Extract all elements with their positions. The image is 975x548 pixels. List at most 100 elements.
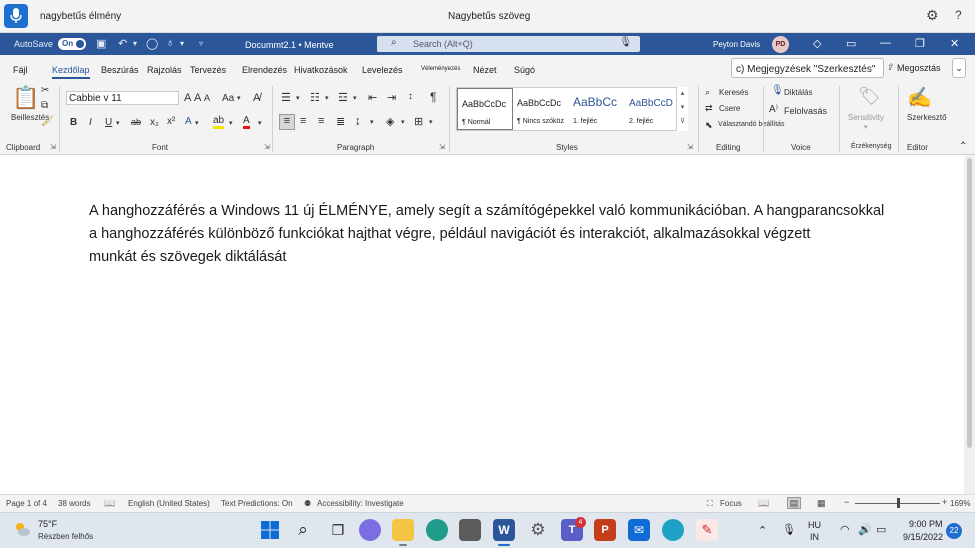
chevron-up-icon[interactable]: ▴ [677, 87, 688, 101]
underline-button[interactable]: U [105, 117, 112, 128]
tab-help[interactable]: Súgó [514, 65, 535, 75]
chat-icon[interactable] [359, 519, 381, 541]
line-spacing-dropdown-icon[interactable]: ▾ [370, 118, 374, 126]
editor-button[interactable]: Szerkesztő [907, 113, 947, 122]
store-icon[interactable] [459, 519, 481, 541]
focus-icon[interactable]: ⛶ [707, 499, 713, 509]
people-app-icon[interactable] [662, 519, 684, 541]
tab-design[interactable]: Tervezés [190, 65, 226, 75]
decrease-indent-icon[interactable]: ⇤ [368, 91, 377, 104]
change-case-button[interactable]: Aa [222, 93, 234, 104]
clock-time[interactable]: 9:00 PM [909, 519, 943, 529]
search-icon[interactable]: ⌕ [292, 519, 314, 541]
dictate-button[interactable]: Diktálás [784, 88, 812, 97]
search-mic-icon[interactable]: 🎙 [619, 37, 632, 48]
file-explorer-icon[interactable] [392, 519, 414, 541]
copy-icon[interactable]: ⧉ [41, 100, 48, 111]
multilevel-list-icon[interactable]: ☲ [338, 91, 348, 104]
paste-icon[interactable]: 📋 [12, 85, 39, 111]
highlight-dropdown-icon[interactable]: ▾ [229, 119, 233, 127]
start-button[interactable] [259, 519, 281, 541]
replace-button[interactable]: Csere [719, 104, 740, 113]
styles-scroll[interactable]: ▴ ▾ ⊽ [676, 87, 688, 131]
collapse-ribbon-icon[interactable]: ⌃ [959, 141, 967, 152]
vertical-scrollbar[interactable] [964, 155, 975, 494]
microphone-icon[interactable]: 🎙 [782, 523, 796, 536]
cut-icon[interactable]: ✂ [41, 85, 49, 96]
weather-temperature[interactable]: 75°F [38, 519, 57, 529]
underline-dropdown-icon[interactable]: ▾ [116, 119, 120, 127]
read-aloud-button[interactable]: Felolvasás [784, 106, 827, 116]
weather-partly-cloudy-icon[interactable] [14, 521, 30, 537]
bullets-dropdown-icon[interactable]: ▾ [296, 94, 300, 102]
align-right-icon[interactable]: ≡ [318, 115, 324, 127]
undo-icon[interactable]: ↶ [118, 37, 127, 50]
sensitivity-dropdown-icon[interactable]: ▾ [864, 123, 868, 131]
shrink-font-button[interactable]: A [204, 93, 210, 103]
restore-icon[interactable]: ❐ [915, 37, 925, 50]
read-mode-icon[interactable]: 📖 [758, 498, 769, 509]
styles-launcher-icon[interactable]: ⇲ [687, 143, 693, 151]
tab-insert[interactable]: Beszúrás [101, 65, 139, 75]
tab-references[interactable]: Hivatkozások [294, 65, 348, 75]
help-icon[interactable]: ? [955, 8, 962, 22]
avatar[interactable]: PD [772, 36, 789, 53]
page-count[interactable]: Page 1 of 4 [6, 499, 47, 508]
zoom-in-icon[interactable]: + [942, 497, 947, 507]
clock-date[interactable]: 9/15/2022 [903, 532, 943, 542]
zoom-slider-thumb[interactable] [896, 498, 900, 508]
format-painter-qat-icon[interactable]: ♁ [166, 37, 174, 49]
share-button[interactable]: ⇪ Megosztás [886, 58, 946, 78]
font-color-button[interactable]: A [243, 116, 250, 129]
sensitivity-icon[interactable]: 🏷 [858, 86, 881, 107]
voice-microphone-button[interactable] [4, 4, 28, 28]
numbering-icon[interactable]: ☷ [310, 91, 320, 104]
premium-diamond-icon[interactable]: ◇ [813, 37, 821, 50]
undo-dropdown-icon[interactable]: ▾ [133, 39, 137, 48]
autosave-toggle[interactable]: On [58, 38, 86, 50]
chevron-up-icon[interactable]: ⌃ [758, 524, 767, 537]
language-status[interactable]: English (United States) [128, 499, 210, 508]
line-spacing-icon[interactable]: ↨ [355, 115, 361, 127]
proofing-icon[interactable]: 📖 [104, 498, 115, 509]
style-heading-1[interactable]: AaBbCc 1. fejléc [569, 88, 625, 130]
increase-indent-icon[interactable]: ⇥ [387, 91, 396, 104]
sensitivity-button[interactable]: Sensitivity [848, 113, 884, 122]
wifi-icon[interactable]: ◠ [840, 523, 850, 536]
borders-dropdown-icon[interactable]: ▾ [429, 118, 433, 126]
numbering-dropdown-icon[interactable]: ▾ [325, 94, 329, 102]
style-no-spacing[interactable]: AaBbCcDc ¶ Nincs szóköz [513, 88, 569, 130]
word-app-icon[interactable]: W [493, 519, 515, 541]
accessibility-status[interactable]: Accessibility: Investigate [317, 499, 404, 508]
shading-dropdown-icon[interactable]: ▾ [401, 118, 405, 126]
weather-description[interactable]: Részben felhős [38, 532, 93, 541]
font-name-input[interactable]: Cabbie v 11 [66, 91, 179, 105]
tab-home[interactable]: Kezdőlap [52, 65, 90, 79]
ribbon-display-icon[interactable]: ▭ [846, 37, 856, 50]
tab-review[interactable]: Véleményezés [421, 66, 460, 72]
text-effects-dropdown-icon[interactable]: ▾ [195, 119, 199, 127]
read-aloud-icon[interactable]: A⁾ [769, 104, 778, 115]
web-layout-icon[interactable]: ▦ [817, 498, 826, 509]
find-button[interactable]: Keresés [719, 88, 748, 97]
style-heading-2[interactable]: AaBbCcD 2. fejléc [625, 88, 681, 130]
document-body[interactable]: A hanghozzáférés a Windows 11 új ÉLMÉNYE… [89, 200, 909, 269]
task-view-icon[interactable]: ❐ [327, 519, 349, 541]
focus-button[interactable]: Focus [720, 499, 742, 508]
qat-dropdown-icon[interactable]: ▾ [180, 39, 184, 48]
zoom-out-icon[interactable]: − [844, 497, 849, 507]
accessibility-icon[interactable]: ⚉ [304, 499, 311, 508]
settings-app-icon[interactable]: ⚙ [527, 519, 549, 541]
change-case-dropdown-icon[interactable]: ▾ [237, 94, 241, 102]
input-language-top[interactable]: HU [808, 520, 821, 530]
show-formatting-icon[interactable]: ¶ [430, 90, 436, 104]
powerpoint-app-icon[interactable]: P [594, 519, 616, 541]
tab-mailings[interactable]: Levelezés [362, 65, 403, 75]
chevron-down-icon[interactable]: ▾ [677, 101, 688, 115]
volume-icon[interactable]: 🔊 [858, 523, 872, 536]
bullets-icon[interactable]: ☰ [281, 91, 291, 104]
search-box[interactable]: ⌕ Search (Alt+Q) 🎙 [377, 36, 640, 52]
bold-button[interactable]: B [70, 117, 77, 128]
strikethrough-button[interactable]: ab [131, 117, 141, 127]
print-layout-icon[interactable]: ▤ [787, 497, 801, 509]
